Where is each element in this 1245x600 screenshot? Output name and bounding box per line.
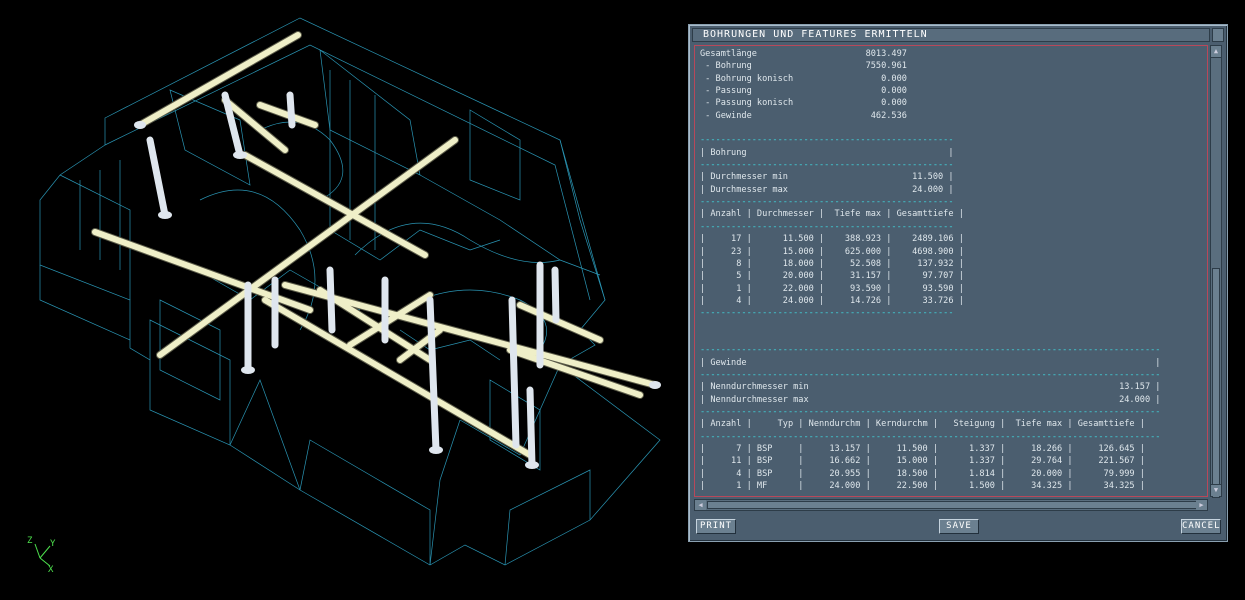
report-line: - Passung konisch 0.000 [700, 98, 907, 109]
report-line: | Bohrung | [700, 147, 954, 158]
report-line: | 17 | 11.500 | 388.923 | 2489.106 | [700, 234, 964, 245]
report-line: | 11 | BSP | 16.662 | 15.000 | 1.337 | 2… [700, 456, 1145, 467]
horizontal-scrollbar[interactable]: ◀ ▶ [694, 499, 1208, 511]
report-separator: ----------------------------------------… [700, 221, 954, 232]
report-line: | 4 | 24.000 | 14.726 | 33.726 | [700, 295, 964, 306]
report-line: - Passung 0.000 [700, 86, 907, 97]
report-line: | Durchmesser max 24.000 | [700, 184, 954, 195]
report-line: | Anzahl | Durchmesser | Tiefe max | Ges… [700, 209, 964, 220]
report-line [700, 122, 1160, 134]
report-line: - Bohrung konisch 0.000 [700, 73, 907, 84]
report-line: | 1 | MF | 24.000 | 22.500 | 1.500 | 34.… [700, 481, 1145, 492]
report-line: - Gewinde 462.536 [700, 110, 907, 121]
scroll-right-arrow-icon[interactable]: ▶ [1196, 500, 1207, 510]
axis-z-label: Z [27, 536, 33, 546]
vertical-scrollbar[interactable]: ▲ ▼ [1210, 45, 1222, 498]
report-separator: ----------------------------------------… [700, 492, 1160, 496]
report-line: | 8 | 18.000 | 52.508 | 137.932 | [700, 258, 964, 269]
window-menu-button[interactable] [1212, 28, 1224, 42]
cancel-button[interactable]: CANCEL [1181, 519, 1221, 534]
report-separator: ----------------------------------------… [700, 160, 954, 171]
report-line: | 7 | BSP | 13.157 | 11.500 | 1.337 | 18… [700, 444, 1145, 454]
horizontal-scroll-thumb[interactable] [707, 501, 1197, 509]
report-separator: ----------------------------------------… [700, 369, 1161, 380]
axis-y-label: Y [50, 539, 56, 549]
report-line [700, 320, 1160, 332]
print-button[interactable]: PRINT [696, 519, 736, 534]
report-line: | Durchmesser min 11.500 | [700, 172, 954, 183]
report-line: | 23 | 15.000 | 625.000 | 4698.900 | [700, 246, 964, 257]
report-separator: ----------------------------------------… [700, 135, 954, 146]
scroll-left-arrow-icon[interactable]: ◀ [695, 500, 706, 510]
bohrungen-dialog: BOHRUNGEN UND FEATURES ERMITTELN Gesamtl… [688, 24, 1228, 542]
report-line: | Nenndurchmesser min 13.157 | [700, 382, 1161, 393]
save-button[interactable]: SAVE [939, 519, 979, 534]
report-line: | Anzahl | Typ | Nenndurchm | Kerndurchm… [700, 419, 1145, 430]
report-line: Gesamtlänge 8013.497 [700, 49, 907, 59]
report-separator: ----------------------------------------… [700, 406, 1161, 417]
axis-x-label: X [48, 565, 54, 575]
scroll-up-arrow-icon[interactable]: ▲ [1211, 46, 1221, 58]
drill-holes [91, 31, 661, 469]
report-separator: ----------------------------------------… [700, 345, 1161, 356]
cad-wireframe-model[interactable]: Z Y X [0, 0, 680, 600]
report-line: | Nenndurchmesser max 24.000 | [700, 394, 1161, 405]
vertical-scroll-thumb[interactable] [1212, 268, 1220, 498]
report-line: | 4 | BSP | 20.955 | 18.500 | 1.814 | 20… [700, 468, 1145, 479]
mold-wireframe [39, 17, 661, 566]
report-line: | 1 | 22.000 | 93.590 | 93.590 | [700, 283, 964, 294]
report-separator: ----------------------------------------… [700, 308, 954, 319]
report-separator: ----------------------------------------… [700, 197, 954, 208]
report-separator: ----------------------------------------… [700, 431, 1161, 442]
axis-triad: Z Y X [27, 536, 56, 575]
report-line [700, 332, 1160, 344]
dialog-title: BOHRUNGEN UND FEATURES ERMITTELN [703, 29, 928, 40]
cad-viewport[interactable]: Z Y X [0, 0, 680, 600]
report-lines: Gesamtlänge 8013.497 - Bohrung 7550.961 … [700, 48, 1161, 496]
report-line: - Bohrung 7550.961 [700, 61, 907, 72]
dialog-title-bar[interactable]: BOHRUNGEN UND FEATURES ERMITTELN [692, 28, 1210, 42]
scroll-down-arrow-icon[interactable]: ▼ [1211, 484, 1221, 496]
report-line: | Gewinde | [700, 357, 1161, 368]
report-text-area[interactable]: Gesamtlänge 8013.497 - Bohrung 7550.961 … [694, 45, 1208, 497]
report-line: | 5 | 20.000 | 31.157 | 97.707 | [700, 271, 964, 282]
